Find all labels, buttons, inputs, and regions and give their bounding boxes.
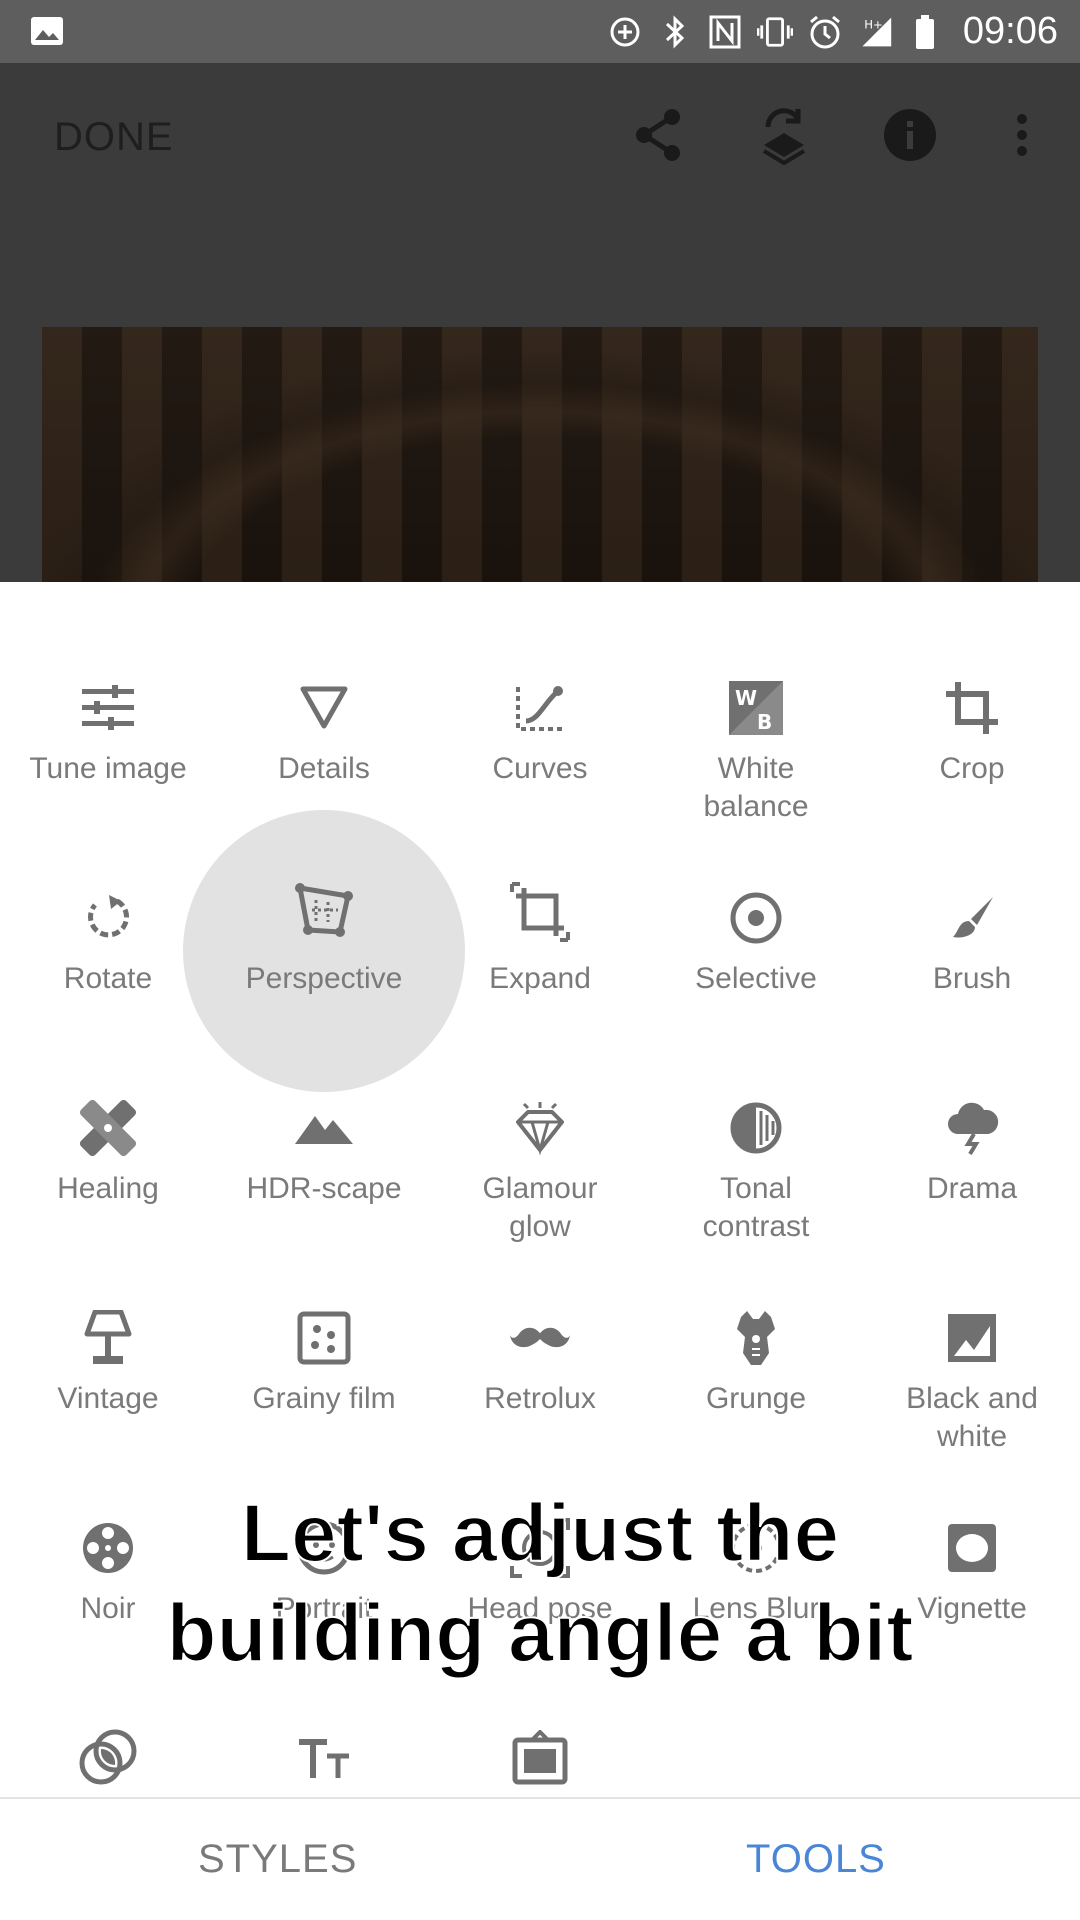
tool-label: Retrolux — [484, 1382, 596, 1415]
black-white-icon — [942, 1308, 1002, 1368]
storm-cloud-icon — [942, 1098, 1002, 1158]
tool-label: Glamour glow — [482, 1172, 598, 1243]
clock: 09:06 — [962, 10, 1058, 52]
tool-label: Healing — [57, 1172, 159, 1205]
frames-icon — [510, 1728, 570, 1788]
bottom-tab-bar: STYLES TOOLS — [0, 1797, 1080, 1920]
status-bar: H+ 09:06 — [0, 0, 1080, 63]
alarm-icon — [807, 14, 843, 50]
moustache-icon — [510, 1308, 570, 1368]
layers-undo-icon[interactable] — [754, 105, 814, 165]
healing-icon — [78, 1098, 138, 1158]
tool-label: Grunge — [705, 1382, 807, 1415]
tool-label: Black and white — [906, 1382, 1038, 1453]
nfc-icon — [707, 14, 743, 50]
tool-label: Crop — [939, 752, 1005, 785]
tool-label: White balance — [703, 752, 809, 823]
expand-icon — [510, 882, 570, 942]
touch-ripple — [183, 810, 465, 1092]
double-exposure-icon — [78, 1728, 138, 1788]
selective-icon — [726, 888, 786, 948]
more-vert-icon[interactable] — [992, 105, 1052, 165]
tool-label: Expand — [489, 962, 591, 995]
share-icon[interactable] — [628, 105, 688, 165]
tool-label: Selective — [695, 962, 817, 995]
tool-label: Brush — [932, 962, 1012, 995]
tool-label: Rotate — [63, 962, 153, 995]
tool-label: Vintage — [57, 1382, 159, 1415]
brush-icon — [942, 888, 1002, 948]
tool-label: Tonal contrast — [702, 1172, 810, 1243]
tool-label: Grainy film — [252, 1382, 396, 1415]
svg-text:H+: H+ — [864, 17, 883, 31]
rotate-icon — [78, 888, 138, 948]
white-balance-icon: WB — [726, 678, 786, 738]
tool-label: Tune image — [29, 752, 187, 785]
info-icon[interactable] — [880, 105, 940, 165]
svg-text:B: B — [757, 710, 772, 734]
signal-hplus-icon: H+ — [857, 14, 893, 50]
battery-icon — [907, 14, 943, 50]
text-icon — [294, 1728, 354, 1788]
tool-label: Details — [278, 752, 370, 785]
grunge-guitar-icon — [726, 1308, 786, 1368]
data-saver-icon — [607, 14, 643, 50]
image-icon — [30, 16, 64, 46]
curves-icon — [510, 678, 570, 738]
diamond-icon — [510, 1098, 570, 1158]
bluetooth-icon — [657, 14, 693, 50]
details-triangle-icon — [294, 678, 354, 738]
perspective-icon — [294, 882, 354, 942]
tool-label: Perspective — [245, 962, 403, 995]
vibrate-icon — [756, 14, 793, 50]
grainy-film-icon — [294, 1308, 354, 1368]
done-button[interactable]: DONE — [54, 115, 174, 160]
tonal-contrast-icon — [726, 1098, 786, 1158]
overlay-caption: Let's adjust the building angle a bit — [165, 1487, 914, 1680]
tab-tools[interactable]: TOOLS — [746, 1837, 886, 1882]
mountains-icon — [294, 1098, 354, 1158]
tool-label: Drama — [926, 1172, 1017, 1205]
lamp-icon — [78, 1308, 138, 1368]
tab-styles[interactable]: STYLES — [198, 1837, 357, 1882]
svg-text:W: W — [735, 686, 757, 710]
editor-header: DONE — [0, 63, 1080, 582]
tune-icon — [78, 678, 138, 738]
photo-preview — [42, 327, 1038, 582]
tool-label: Curves — [492, 752, 588, 785]
crop-icon — [942, 678, 1002, 738]
tool-label: HDR-scape — [246, 1172, 402, 1205]
